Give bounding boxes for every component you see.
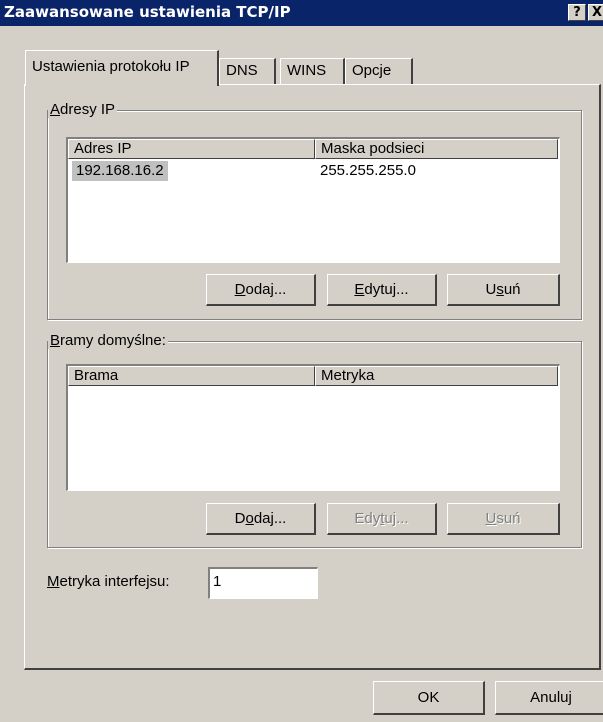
window-title: Zaawansowane ustawienia TCP/IP	[4, 3, 291, 21]
default-gateways-legend: Bramy domyślne:	[48, 332, 168, 349]
column-header-ip[interactable]: Adres IP	[68, 139, 315, 159]
title-bar: Zaawansowane ustawienia TCP/IP ? X	[0, 0, 603, 26]
tab-label: WINS	[287, 62, 327, 79]
interface-metric-input[interactable]: 1	[208, 567, 318, 599]
ip-edit-button[interactable]: Edytuj...	[327, 274, 437, 306]
ip-remove-button[interactable]: Usuń	[447, 274, 560, 306]
subnet-mask-cell: 255.255.255.0	[320, 162, 416, 179]
column-header-gateway[interactable]: Brama	[68, 366, 315, 386]
gateway-list[interactable]: Brama Metryka	[66, 364, 560, 491]
tab-dns[interactable]: DNS	[219, 58, 276, 85]
ip-addresses-legend: Adresy IP	[48, 101, 118, 118]
gateway-add-button[interactable]: Dodaj...	[206, 503, 316, 535]
tab-ip-settings[interactable]: Ustawienia protokołu IP	[25, 50, 219, 86]
tab-options[interactable]: Opcje	[345, 58, 413, 85]
close-button[interactable]: X	[588, 4, 603, 21]
ok-button[interactable]: OK	[373, 681, 485, 715]
tab-label: DNS	[226, 62, 258, 79]
interface-metric-label: Metryka interfejsu:	[47, 573, 170, 590]
gateway-remove-button[interactable]: Usuń	[447, 503, 560, 535]
cancel-button[interactable]: Anuluj	[495, 681, 603, 715]
ip-address-list[interactable]: Adres IP Maska podsieci 192.168.16.2 255…	[66, 137, 560, 263]
tcpip-advanced-dialog: Zaawansowane ustawienia TCP/IP ? X Ustaw…	[0, 0, 603, 722]
column-header-mask[interactable]: Maska podsieci	[315, 139, 558, 159]
help-button[interactable]: ?	[568, 4, 586, 21]
ip-address-cell: 192.168.16.2	[72, 161, 168, 181]
column-header-metric[interactable]: Metryka	[315, 366, 558, 386]
gateway-edit-button[interactable]: Edytuj...	[327, 503, 437, 535]
tab-wins[interactable]: WINS	[280, 58, 345, 85]
ip-add-button[interactable]: Dodaj...	[206, 274, 316, 306]
tab-label: Ustawienia protokołu IP	[32, 58, 190, 75]
tab-label: Opcje	[352, 62, 392, 79]
